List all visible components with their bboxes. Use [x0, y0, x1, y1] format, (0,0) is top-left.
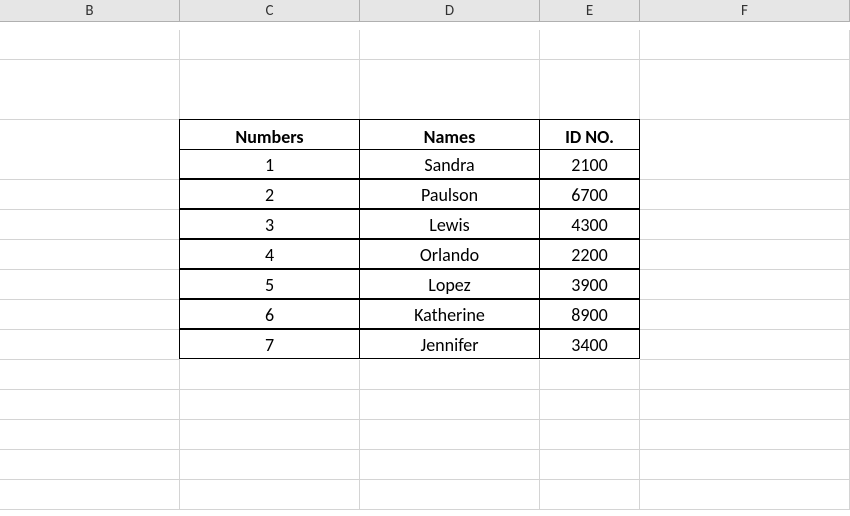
cell-B8[interactable]: [0, 240, 180, 270]
column-header-D[interactable]: D: [360, 0, 540, 22]
table-row[interactable]: Orlando: [359, 239, 540, 269]
cell-F11[interactable]: [640, 330, 850, 360]
cell-F14[interactable]: [640, 420, 850, 450]
cell-F13[interactable]: [640, 390, 850, 420]
cell-E3[interactable]: [540, 90, 640, 120]
cell-F4[interactable]: [640, 120, 850, 154]
cell-E14[interactable]: [540, 420, 640, 450]
cell-D16[interactable]: [360, 480, 540, 510]
column-header-E[interactable]: E: [540, 0, 640, 22]
table-row[interactable]: 2: [179, 179, 360, 209]
cell-B14[interactable]: [0, 420, 180, 450]
table-row[interactable]: 3400: [539, 329, 640, 359]
cell-C16[interactable]: [180, 480, 360, 510]
cell-E12[interactable]: [540, 360, 640, 390]
cell-D1[interactable]: [360, 30, 540, 60]
table-header-numbers[interactable]: Numbers: [179, 119, 360, 153]
table-row[interactable]: 4300: [539, 209, 640, 239]
cell-F10[interactable]: [640, 300, 850, 330]
column-header-C[interactable]: C: [180, 0, 360, 22]
cell-C1[interactable]: [180, 30, 360, 60]
cell-C15[interactable]: [180, 450, 360, 480]
column-header-B[interactable]: B: [0, 0, 180, 22]
cell-B6[interactable]: [0, 180, 180, 210]
table-row[interactable]: 4: [179, 239, 360, 269]
cell-F2[interactable]: [640, 60, 850, 94]
table-row[interactable]: Paulson: [359, 179, 540, 209]
cell-F12[interactable]: [640, 360, 850, 390]
table-row[interactable]: 2200: [539, 239, 640, 269]
cell-B2[interactable]: [0, 60, 180, 94]
cell-F1[interactable]: [640, 30, 850, 60]
table-row[interactable]: 3: [179, 209, 360, 239]
cell-B13[interactable]: [0, 390, 180, 420]
cell-C14[interactable]: [180, 420, 360, 450]
cell-E15[interactable]: [540, 450, 640, 480]
table-row[interactable]: 8900: [539, 299, 640, 329]
table-row[interactable]: 7: [179, 329, 360, 359]
table-row[interactable]: Sandra: [359, 149, 540, 179]
spreadsheet-grid: B C D E F Numbers Names ID NO. 1 Sandra …: [0, 0, 850, 510]
table-header-names[interactable]: Names: [359, 119, 540, 153]
table-row[interactable]: 6: [179, 299, 360, 329]
cell-B3[interactable]: [0, 90, 180, 120]
cell-B16[interactable]: [0, 480, 180, 510]
cell-F9[interactable]: [640, 270, 850, 300]
cell-D15[interactable]: [360, 450, 540, 480]
column-header-F[interactable]: F: [640, 0, 850, 22]
cell-F16[interactable]: [640, 480, 850, 510]
cell-E13[interactable]: [540, 390, 640, 420]
cell-E1[interactable]: [540, 30, 640, 60]
cell-B7[interactable]: [0, 210, 180, 240]
cell-F6[interactable]: [640, 180, 850, 210]
table-row[interactable]: Katherine: [359, 299, 540, 329]
table-row[interactable]: Lewis: [359, 209, 540, 239]
table-row[interactable]: 5: [179, 269, 360, 299]
cell-D12[interactable]: [360, 360, 540, 390]
cell-C13[interactable]: [180, 390, 360, 420]
cell-C12[interactable]: [180, 360, 360, 390]
cell-D13[interactable]: [360, 390, 540, 420]
cell-B10[interactable]: [0, 300, 180, 330]
table-row[interactable]: 1: [179, 149, 360, 179]
cell-C2[interactable]: [180, 60, 360, 94]
cell-E16[interactable]: [540, 480, 640, 510]
table-row[interactable]: Lopez: [359, 269, 540, 299]
cell-F15[interactable]: [640, 450, 850, 480]
cell-F7[interactable]: [640, 210, 850, 240]
table-row[interactable]: Jennifer: [359, 329, 540, 359]
cell-D2[interactable]: [360, 60, 540, 94]
cell-E2[interactable]: [540, 60, 640, 94]
cell-B9[interactable]: [0, 270, 180, 300]
table-header-id[interactable]: ID NO.: [539, 119, 640, 153]
cell-D3[interactable]: [360, 90, 540, 120]
cell-B15[interactable]: [0, 450, 180, 480]
cell-B11[interactable]: [0, 330, 180, 360]
cell-B4[interactable]: [0, 120, 180, 154]
cell-F3[interactable]: [640, 90, 850, 120]
cell-B5[interactable]: [0, 150, 180, 180]
cell-B12[interactable]: [0, 360, 180, 390]
table-row[interactable]: 3900: [539, 269, 640, 299]
table-row[interactable]: 2100: [539, 149, 640, 179]
cell-F5[interactable]: [640, 150, 850, 180]
cell-B1[interactable]: [0, 30, 180, 60]
cell-D14[interactable]: [360, 420, 540, 450]
table-row[interactable]: 6700: [539, 179, 640, 209]
cell-F8[interactable]: [640, 240, 850, 270]
cell-C3[interactable]: [180, 90, 360, 120]
